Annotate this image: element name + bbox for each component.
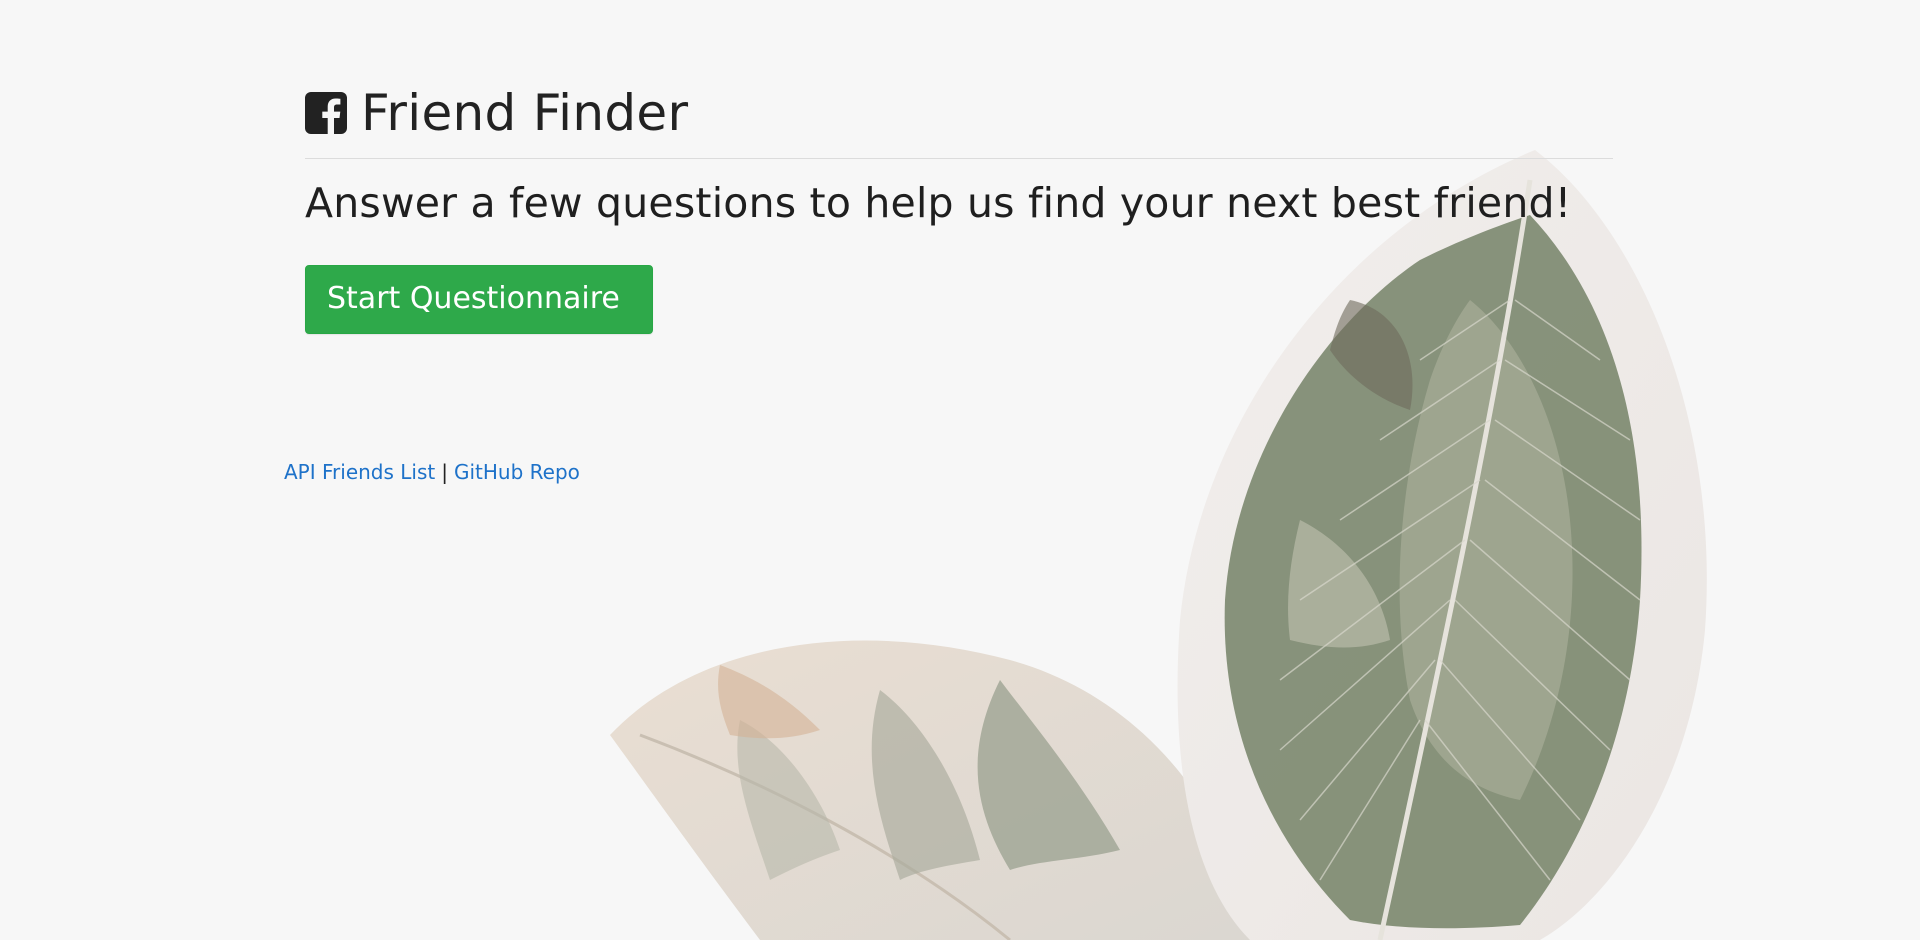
jumbotron: Friend Finder Answer a few questions to … xyxy=(305,82,1613,334)
small-leaf xyxy=(610,640,1260,940)
page: Friend Finder Answer a few questions to … xyxy=(0,0,1920,940)
api-friends-list-link[interactable]: API Friends List xyxy=(284,460,435,484)
facebook-square-icon xyxy=(305,92,347,134)
divider xyxy=(305,158,1613,159)
lead-text: Answer a few questions to help us find y… xyxy=(305,179,1572,227)
start-questionnaire-button[interactable]: Start Questionnaire xyxy=(305,265,653,334)
page-title-text: Friend Finder xyxy=(361,84,689,142)
footer-links: API Friends List | GitHub Repo xyxy=(284,460,580,484)
link-separator: | xyxy=(441,460,448,484)
github-repo-link[interactable]: GitHub Repo xyxy=(454,460,580,484)
page-title: Friend Finder xyxy=(305,82,1613,144)
